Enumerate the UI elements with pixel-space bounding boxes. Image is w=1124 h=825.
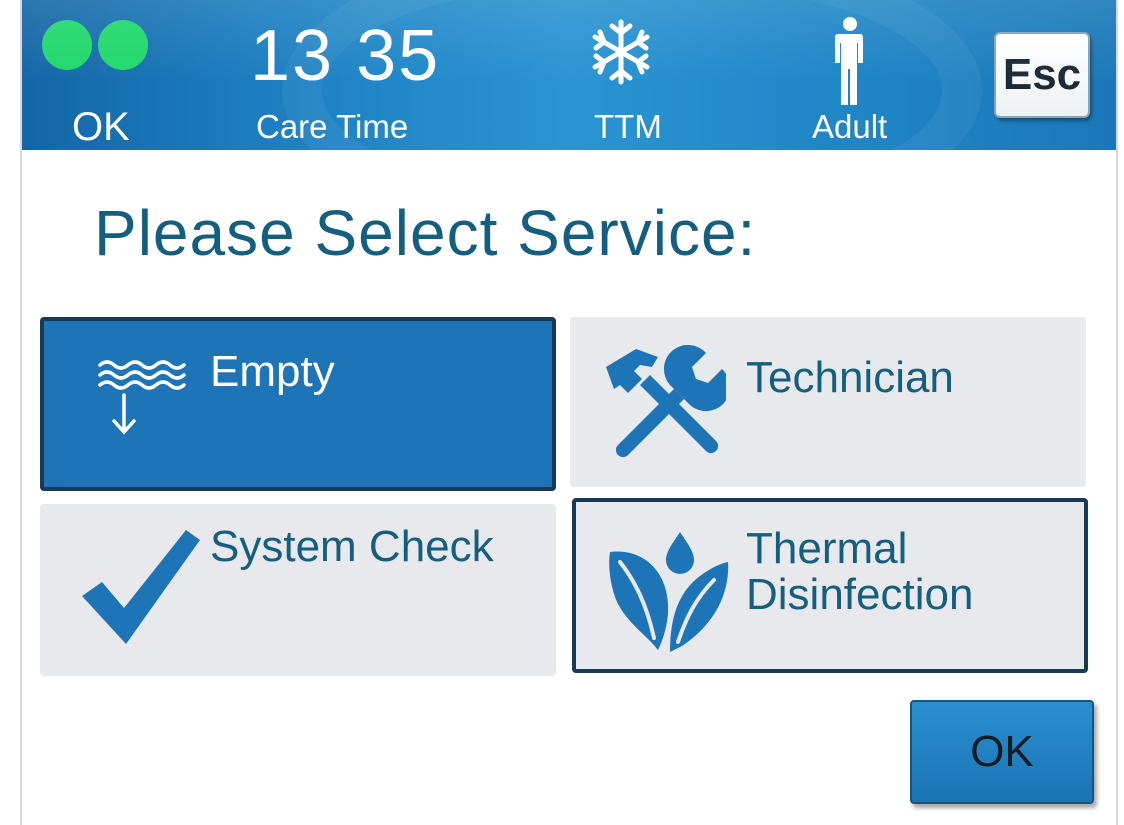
service-system-check-button[interactable]: System Check: [40, 504, 556, 676]
status-label: OK: [72, 105, 130, 149]
service-thermal-disinfection-button[interactable]: Thermal Disinfection: [572, 498, 1088, 673]
patient-type-label: Adult: [812, 108, 888, 145]
adult-person-icon: [835, 17, 863, 105]
service-technician-button[interactable]: Technician: [570, 317, 1086, 487]
esc-button[interactable]: Esc: [994, 32, 1090, 118]
care-time-clock: 13 35: [250, 16, 441, 96]
device-screen: OK 13 35 Care Time TTM Adult Esc Please …: [20, 0, 1118, 825]
service-technician-label: Technician: [746, 353, 954, 402]
status-indicator: [42, 20, 148, 70]
thermal-label-line2: Disinfection: [746, 570, 974, 620]
status-dot-icon: [98, 20, 148, 70]
page-title: Please Select Service:: [94, 197, 757, 269]
mode-label: TTM: [594, 108, 662, 145]
drain-water-icon: [98, 360, 186, 435]
service-system-check-label: System Check: [210, 522, 494, 571]
leaves-droplet-icon: [609, 532, 729, 652]
service-thermal-disinfection-label: Thermal Disinfection: [746, 524, 974, 620]
status-dot-icon: [42, 20, 92, 70]
service-empty-button[interactable]: Empty: [40, 317, 556, 491]
service-empty-label: Empty: [210, 347, 335, 396]
checkmark-icon: [82, 530, 200, 644]
status-header: OK 13 35 Care Time TTM Adult Esc: [22, 0, 1116, 150]
ok-button[interactable]: OK: [910, 700, 1094, 804]
tools-icon: [606, 345, 726, 458]
care-time-label: Care Time: [256, 108, 409, 145]
snowflake-icon: [592, 19, 650, 85]
thermal-label-line1: Thermal: [746, 524, 908, 573]
